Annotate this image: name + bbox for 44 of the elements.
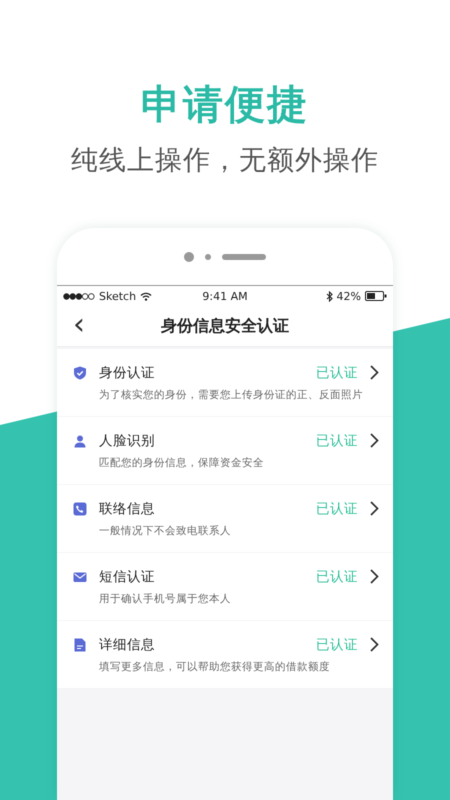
back-button[interactable]: ‹ [69, 310, 89, 340]
battery-percent: 42% [336, 290, 361, 302]
item-description: 用于确认手机号属于您本人 [98, 592, 232, 606]
camera-icon [184, 252, 194, 262]
verification-item[interactable]: 身份认证 已认证 为了核实您的身份，需要您上传身份证的正、反面照片 [57, 349, 393, 416]
wifi-icon [140, 292, 152, 300]
chevron-icon [370, 501, 379, 516]
item-description: 填写更多信息，可以帮助您获得更高的借款额度 [98, 660, 331, 674]
item-description: 匹配您的身份信息，保障资金安全 [98, 456, 265, 470]
speaker-icon [222, 254, 266, 260]
phone-icon [73, 502, 87, 516]
item-description: 为了核实您的身份，需要您上传身份证的正、反面照片 [98, 388, 364, 402]
page-title: 身份信息安全认证 [161, 316, 289, 336]
verification-item[interactable]: 详细信息 已认证 填写更多信息，可以帮助您获得更高的借款额度 [57, 621, 393, 688]
headline: 申请便捷 [141, 82, 309, 128]
chevron-icon [370, 433, 379, 448]
item-title: 短信认证 [99, 568, 156, 586]
document-icon [73, 638, 87, 652]
item-title: 身份认证 [99, 364, 156, 382]
bluetooth-icon [326, 290, 333, 302]
chevron-icon [370, 569, 379, 584]
status-time: 9:41 AM [202, 290, 248, 302]
verification-item[interactable]: 联络信息 已认证 一般情况下不会致电联系人 [57, 485, 393, 552]
verified-status: 已认证 [316, 500, 358, 518]
item-description: 一般情况下不会致电联系人 [98, 524, 232, 538]
battery-icon [365, 291, 387, 301]
item-title: 联络信息 [99, 500, 156, 518]
item-title: 详细信息 [99, 636, 156, 654]
shield-icon [73, 366, 87, 380]
chevron-icon [370, 365, 379, 380]
verified-status: 已认证 [316, 568, 358, 586]
sensor-icon [205, 254, 211, 260]
person-icon [73, 434, 87, 448]
envelope-icon [73, 570, 87, 584]
subheadline: 纯线上操作，无额外操作 [71, 144, 379, 178]
verification-item[interactable]: 短信认证 已认证 用于确认手机号属于您本人 [57, 553, 393, 620]
verified-status: 已认证 [316, 636, 358, 654]
verified-status: 已认证 [316, 432, 358, 450]
signal-icon [63, 292, 95, 300]
verified-status: 已认证 [316, 364, 358, 382]
verification-item[interactable]: 人脸识别 已认证 匹配您的身份信息，保障资金安全 [57, 417, 393, 484]
carrier-name: Sketch [99, 290, 136, 302]
item-title: 人脸识别 [99, 432, 156, 450]
chevron-icon [370, 637, 379, 652]
